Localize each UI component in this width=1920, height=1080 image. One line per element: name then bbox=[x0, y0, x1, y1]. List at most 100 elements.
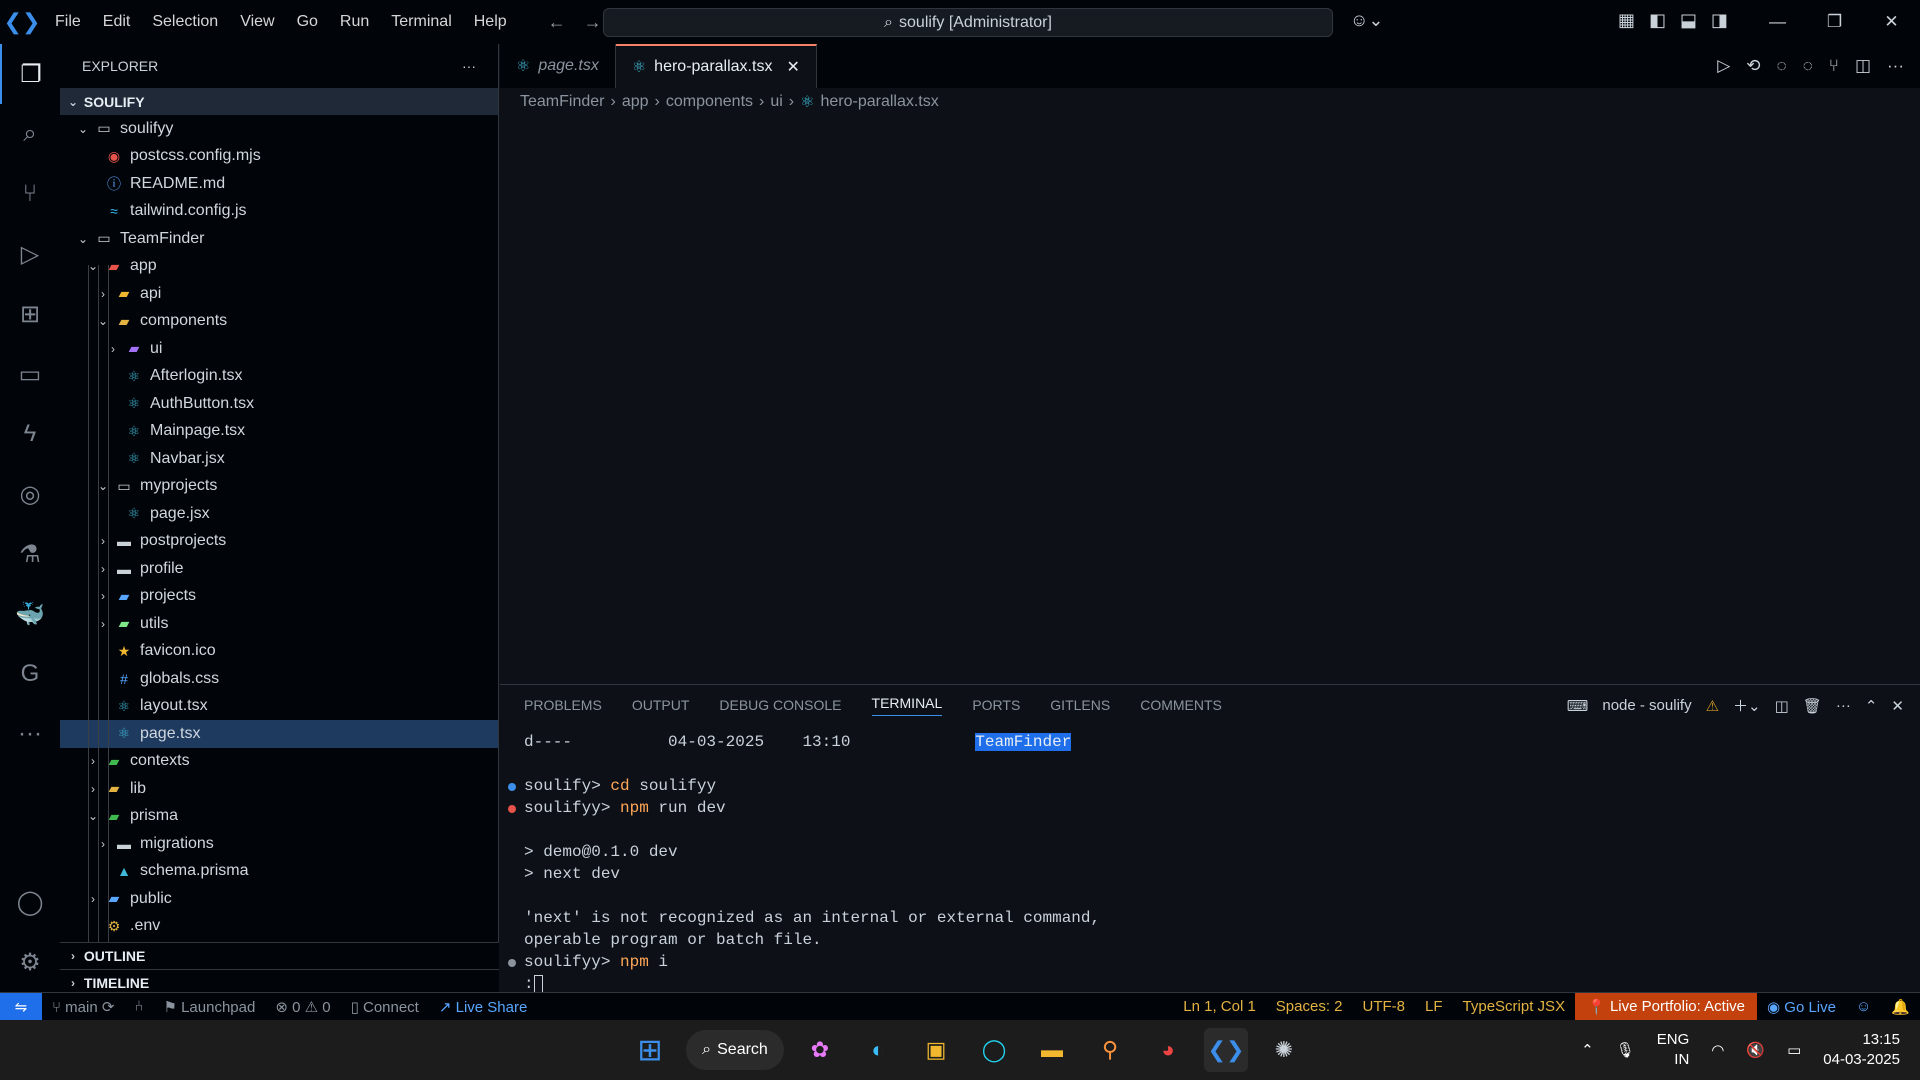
tree-item[interactable]: › ▰ lib bbox=[60, 775, 498, 803]
tab-gitlens[interactable]: GITLENS bbox=[1050, 697, 1110, 713]
menu-run[interactable]: Run bbox=[329, 13, 380, 31]
tree-item[interactable]: ⚛ page.jsx bbox=[60, 500, 498, 528]
menu-help[interactable]: Help bbox=[463, 13, 518, 31]
forward-arrow-icon[interactable]: → bbox=[584, 12, 602, 33]
more-icon[interactable]: ··· bbox=[0, 704, 60, 764]
tree-item[interactable]: ⌄ ▭ TeamFinder bbox=[60, 225, 498, 253]
command-decoration-icon[interactable] bbox=[508, 959, 516, 967]
tab-output[interactable]: OUTPUT bbox=[632, 697, 690, 713]
gitlens-prev-icon[interactable]: ◌ bbox=[1777, 56, 1787, 76]
toggle-panel-icon[interactable]: ⬓ bbox=[1680, 10, 1697, 31]
timeline-back-icon[interactable]: ⟲ bbox=[1746, 56, 1760, 76]
menu-selection[interactable]: Selection bbox=[141, 13, 229, 31]
tree-item[interactable]: ⌄ ▰ app bbox=[60, 253, 498, 281]
battery-icon[interactable]: ▭ bbox=[1787, 1041, 1801, 1059]
source-control-icon[interactable]: ⑂ bbox=[0, 164, 60, 224]
restore-icon[interactable]: ❐ bbox=[1806, 0, 1863, 44]
tab-ports[interactable]: PORTS bbox=[972, 697, 1020, 713]
connect-item[interactable]: ▯ Connect bbox=[341, 998, 429, 1016]
tab-page-tsx[interactable]: ⚛ page.tsx bbox=[500, 44, 616, 88]
breadcrumb-item[interactable]: app bbox=[622, 93, 649, 111]
close-tab-icon[interactable]: ✕ bbox=[786, 57, 799, 77]
menu-view[interactable]: View bbox=[229, 13, 285, 31]
copilot-status-icon[interactable]: ☺ bbox=[1846, 998, 1881, 1015]
tree-item[interactable]: › ▬ profile bbox=[60, 555, 498, 583]
docker-icon[interactable]: 🐳 bbox=[0, 584, 60, 644]
command-decoration-icon[interactable] bbox=[508, 805, 516, 813]
manage-gear-icon[interactable]: ⚙ bbox=[0, 932, 60, 992]
toggle-secondary-sidebar-icon[interactable]: ◨ bbox=[1711, 10, 1728, 31]
menu-edit[interactable]: Edit bbox=[92, 13, 142, 31]
outline-section[interactable]: › OUTLINE bbox=[60, 942, 499, 969]
input-language[interactable]: ENG IN bbox=[1657, 1030, 1690, 1070]
customize-layout-icon[interactable]: ▦ bbox=[1618, 10, 1635, 31]
search-app-icon[interactable]: ⚲ bbox=[1088, 1028, 1132, 1072]
breadcrumb-item[interactable]: ui bbox=[770, 93, 782, 111]
vscode-taskbar-icon[interactable]: ❮❯ bbox=[1204, 1028, 1248, 1072]
tree-item[interactable]: # globals.css bbox=[60, 665, 498, 693]
tree-item[interactable]: › ▰ public bbox=[60, 885, 498, 913]
go-live-item[interactable]: ◉ Go Live bbox=[1757, 998, 1846, 1016]
taskbar-search[interactable]: ⌕ Search bbox=[686, 1030, 784, 1070]
tree-item[interactable]: › ▰ ui bbox=[60, 335, 498, 363]
tree-item[interactable]: ⚛ page.tsx bbox=[60, 720, 498, 748]
tree-item[interactable]: ★ favicon.ico bbox=[60, 638, 498, 666]
gitkraken-icon[interactable]: G bbox=[0, 644, 60, 704]
tree-item[interactable]: ⌄ ▭ soulifyy bbox=[60, 115, 498, 143]
menu-terminal[interactable]: Terminal bbox=[380, 13, 462, 31]
tab-debug-console[interactable]: DEBUG CONSOLE bbox=[719, 697, 841, 713]
split-editor-icon[interactable]: ◫ bbox=[1855, 56, 1871, 76]
tree-item[interactable]: ≈ tailwind.config.js bbox=[60, 198, 498, 226]
tree-item[interactable]: ▲ schema.prisma bbox=[60, 858, 498, 886]
tree-item[interactable]: › ▰ api bbox=[60, 280, 498, 308]
git-compare-icon[interactable]: ⑂ bbox=[1829, 56, 1839, 76]
editor-more-icon[interactable]: ··· bbox=[1887, 56, 1904, 76]
tab-problems[interactable]: PROBLEMS bbox=[524, 697, 602, 713]
problems-indicator[interactable]: ⊗ 0 ⚠ 0 bbox=[265, 998, 340, 1016]
copilot-icon[interactable]: ☺⌄ bbox=[1350, 10, 1383, 31]
explorer-icon[interactable]: ❐ bbox=[0, 44, 60, 104]
edge-icon[interactable]: ◐ bbox=[856, 1028, 900, 1072]
tree-item[interactable]: › ▬ postprojects bbox=[60, 528, 498, 556]
search-icon[interactable]: ⌕ bbox=[0, 104, 60, 164]
tab-comments[interactable]: COMMENTS bbox=[1140, 697, 1222, 713]
tree-item[interactable]: › ▰ projects bbox=[60, 583, 498, 611]
tab-hero-parallax[interactable]: ⚛ hero-parallax.tsx ✕ bbox=[615, 44, 817, 88]
testing-icon[interactable]: ⚗ bbox=[0, 524, 60, 584]
tree-item[interactable]: ⌄ ▰ components bbox=[60, 308, 498, 336]
tray-overflow-icon[interactable]: ⌃ bbox=[1581, 1041, 1594, 1059]
tree-item[interactable]: ⚛ Afterlogin.tsx bbox=[60, 363, 498, 391]
tree-item[interactable]: ⚙ .env bbox=[60, 913, 498, 941]
trash-icon[interactable]: 🗑 bbox=[1803, 697, 1822, 715]
launchpad-item[interactable]: ⚑ Launchpad bbox=[153, 998, 265, 1016]
tree-item[interactable]: ⚛ layout.tsx bbox=[60, 693, 498, 721]
tree-item[interactable]: › ▰ utils bbox=[60, 610, 498, 638]
tree-item[interactable]: ⚛ AuthButton.tsx bbox=[60, 390, 498, 418]
copilot-app-icon[interactable]: ✿ bbox=[798, 1028, 842, 1072]
cursor-position[interactable]: Ln 1, Col 1 bbox=[1173, 998, 1266, 1015]
new-terminal-icon[interactable]: ＋⌄ bbox=[1733, 695, 1761, 716]
gitlens-next-icon[interactable]: ◌ bbox=[1803, 56, 1813, 76]
back-arrow-icon[interactable]: ← bbox=[548, 12, 566, 33]
language-mode[interactable]: TypeScript JSX bbox=[1453, 998, 1576, 1015]
gitlens-graph-icon[interactable]: ⑃ bbox=[124, 998, 153, 1015]
tree-item[interactable]: ⓘ README.md bbox=[60, 170, 498, 198]
remote-indicator-icon[interactable]: ⇋ bbox=[0, 992, 42, 1021]
split-terminal-icon[interactable]: ◫ bbox=[1775, 697, 1789, 715]
extensions-icon[interactable]: ⊞ bbox=[0, 284, 60, 344]
close-panel-icon[interactable]: ✕ bbox=[1891, 697, 1904, 715]
live-share-item[interactable]: ↗ Live Share bbox=[429, 998, 537, 1016]
tab-terminal[interactable]: TERMINAL bbox=[871, 695, 943, 716]
toggle-sidebar-icon[interactable]: ◧ bbox=[1649, 10, 1666, 31]
terminal-name[interactable]: node - soulify bbox=[1602, 697, 1691, 714]
tree-item[interactable]: ⌄ ▭ myprojects bbox=[60, 473, 498, 501]
breadcrumb-item[interactable]: components bbox=[666, 93, 753, 111]
microphone-icon[interactable]: 🎙 bbox=[1616, 1041, 1635, 1059]
close-window-icon[interactable]: ✕ bbox=[1863, 0, 1920, 44]
run-debug-icon[interactable]: ▷ bbox=[0, 224, 60, 284]
thunder-client-icon[interactable]: ϟ bbox=[0, 404, 60, 464]
tree-item[interactable]: › ▬ migrations bbox=[60, 830, 498, 858]
tree-item[interactable]: ⚛ Navbar.jsx bbox=[60, 445, 498, 473]
tree-item[interactable]: ⌄ ▰ prisma bbox=[60, 803, 498, 831]
panel-more-icon[interactable]: ··· bbox=[1836, 697, 1851, 714]
